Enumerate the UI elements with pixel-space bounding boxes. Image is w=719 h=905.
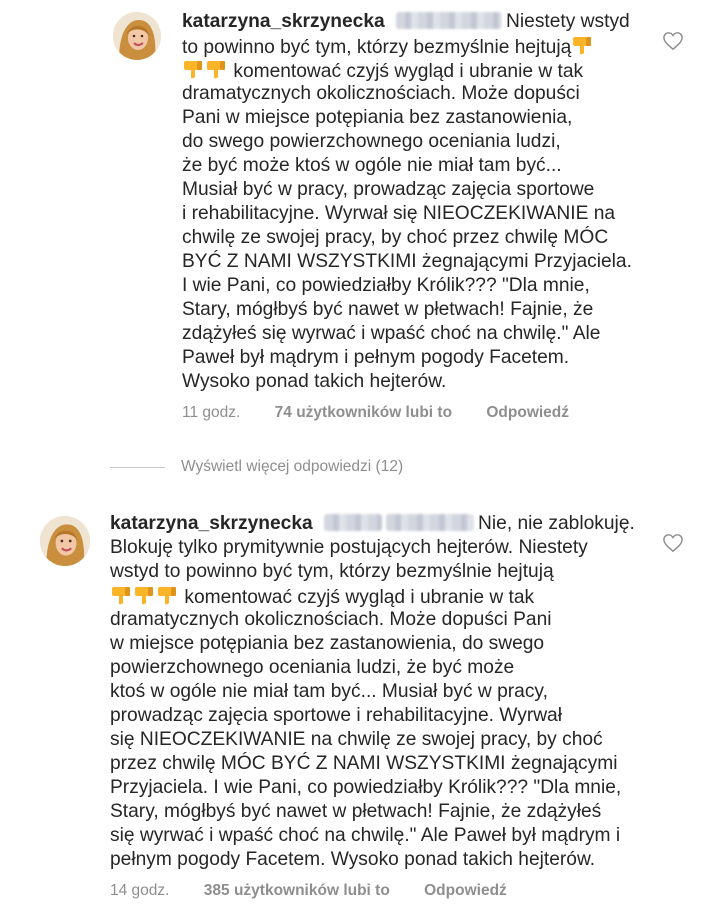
comment-text-line: przez chwilę MÓC BYĆ Z NAMI WSZYSTKIMI ż… <box>110 753 618 774</box>
avatar[interactable] <box>113 12 161 60</box>
thumbs-down-emoji <box>573 37 592 55</box>
comment-text-line: komentować czyjś wygląd i ubranie w tak <box>184 587 535 608</box>
comment-text-line: I wie Pani, co powiedziałby Królik??? "D… <box>182 275 590 296</box>
comment-text-line: chwilę ze swojej pracy, by choć przez ch… <box>182 227 609 248</box>
avatar[interactable] <box>40 516 90 566</box>
thumbs-down-emoji <box>135 587 153 605</box>
heart-outline-icon[interactable] <box>662 31 684 51</box>
comment-body: katarzyna_skrzynecka Niestety wstyd to p… <box>182 10 632 394</box>
comment-timestamp: 14 godz. <box>110 882 170 899</box>
comment-text-line: że być może ktoś w ogóle nie miał tam by… <box>182 155 562 176</box>
divider-line <box>110 466 165 468</box>
heart-outline-icon[interactable] <box>662 533 684 553</box>
comment-text-line: wstyd to powinno być tym, którzy bezmyśl… <box>110 561 554 582</box>
comment-text-line: w miejsce potępiania bez zastanowienia, … <box>110 633 545 654</box>
reply-button[interactable]: Odpowiedź <box>424 882 507 899</box>
comment-username[interactable]: katarzyna_skrzynecka <box>110 513 313 534</box>
comment-text-line: powierzchownego oceniania ludzi, że być … <box>110 657 515 678</box>
comment-timestamp: 11 godz. <box>182 404 241 421</box>
thumbs-down-emoji <box>158 587 176 605</box>
reply-button[interactable]: Odpowiedź <box>486 404 569 421</box>
thumbs-down-emoji <box>207 61 225 79</box>
comment-text-line: dramatycznych okolicznościach. Może dopu… <box>110 609 552 630</box>
comment-body: katarzyna_skrzynecka Nie, nie zablokuję.… <box>110 512 635 872</box>
comment-text-line: się NIEOCZEKIWANIE na chwilę ze swojej p… <box>110 729 603 750</box>
thumbs-down-emoji <box>184 61 202 79</box>
likes-count[interactable]: 385 użytkowników lubi to <box>204 882 390 899</box>
comment-text-line: Wysoko ponad takich hejterów. <box>182 371 447 392</box>
comment-text-line: to powinno być tym, którzy bezmyślnie he… <box>182 37 572 58</box>
view-more-replies-label: Wyświetl więcej odpowiedzi (12) <box>181 458 404 475</box>
thumbs-down-emoji <box>112 587 130 605</box>
comment-text-line: Stary, mógłbyś być nawet w płetwach! Faj… <box>110 801 602 822</box>
comment-text-line: Pani w miejsce potępiania bez zastanowie… <box>182 107 573 128</box>
comment-text-line: pełnym pogody Facetem. Wysoko ponad taki… <box>110 849 596 870</box>
comment-text-line: do swego powierzchownego oceniania ludzi… <box>182 131 561 152</box>
comment-text-line: Musiał być w pracy, prowadząc zajęcia sp… <box>182 179 595 200</box>
redacted-mention <box>324 514 383 531</box>
redacted-mention <box>396 12 503 29</box>
comment-text-line: się wyrwać i wpaść choć na chwilę." Ale … <box>110 825 621 846</box>
comment-meta: 11 godz. 74 użytkowników lubi to Odpowie… <box>182 404 569 422</box>
comment-username[interactable]: katarzyna_skrzynecka <box>182 11 385 32</box>
comment-text-line: Blokuję tylko prymitywnie postujących he… <box>110 537 588 558</box>
comment-text-line: Paweł był mądrym i pełnym pogody Facetem… <box>182 347 570 368</box>
comment-text-line: Stary, mógłbyś być nawet w płetwach! Faj… <box>182 299 594 320</box>
comment-text-line: i rehabilitacyjne. Wyrwał się NIEOCZEKIW… <box>182 203 616 224</box>
comment-text-line: zdążyłeś się wyrwać i wpaść choć na chwi… <box>182 323 601 344</box>
likes-count[interactable]: 74 użytkowników lubi to <box>275 404 452 421</box>
comment-text-line: Przyjaciela. I wie Pani, co powiedziałby… <box>110 777 622 798</box>
comment-text-line: komentować czyjś wygląd i ubranie w tak <box>233 61 584 82</box>
redacted-mention <box>386 514 475 531</box>
comment-text-line: dramatycznych okolicznościach. Może dopu… <box>182 83 580 104</box>
comment-text-line: Niestety wstyd <box>506 11 630 32</box>
comment-text-line: BYĆ Z NAMI WSZYSTKIMI żegnającymi Przyja… <box>182 251 632 272</box>
view-more-replies[interactable]: Wyświetl więcej odpowiedzi (12) <box>110 456 403 478</box>
comment-meta: 14 godz. 385 użytkowników lubi to Odpowi… <box>110 882 507 900</box>
avatar-photo <box>40 516 90 566</box>
comment-text-line: prowadząc zajęcia sportowe i rehabilitac… <box>110 705 562 726</box>
avatar-photo <box>113 12 161 60</box>
comment-text-line: Nie, nie zablokuję. <box>478 513 635 534</box>
comment-text-line: ktoś w ogóle nie miał tam być... Musiał … <box>110 681 548 702</box>
